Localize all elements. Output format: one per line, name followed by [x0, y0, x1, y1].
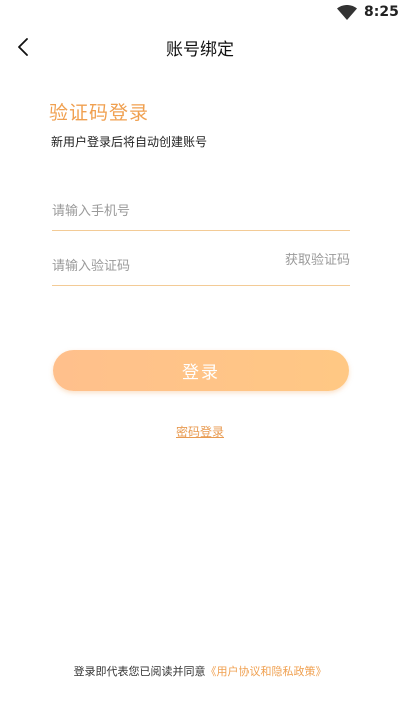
nav-bar: 账号绑定 — [0, 24, 400, 68]
agreement-prefix: 登录即代表您已阅读并同意 — [73, 665, 206, 678]
agreement-link[interactable]: 《用户协议和隐私政策》 — [206, 665, 327, 678]
page-title: 账号绑定 — [166, 40, 234, 60]
status-bar: 8:25 — [0, 0, 400, 24]
agreement-text: 登录即代表您已阅读并同意《用户协议和隐私政策》 — [0, 663, 400, 679]
login-button[interactable]: 登录 — [53, 350, 349, 391]
phone-input[interactable] — [52, 200, 272, 222]
login-subtitle: 新用户登录后将自动创建账号 — [51, 135, 208, 149]
get-code-button[interactable]: 获取验证码 — [285, 249, 350, 268]
password-login-link[interactable]: 密码登录 — [0, 423, 400, 440]
wifi-icon — [337, 5, 357, 20]
verification-code-input[interactable] — [52, 255, 272, 277]
account-binding-screen: 8:25 账号绑定 验证码登录 新用户登录后将自动创建账号 获取验证码 登录 密… — [0, 0, 400, 710]
phone-field-row — [52, 190, 350, 231]
status-time: 8:25 — [364, 4, 399, 20]
login-heading: 验证码登录 — [49, 102, 150, 124]
code-field-row: 获取验证码 — [52, 245, 350, 286]
